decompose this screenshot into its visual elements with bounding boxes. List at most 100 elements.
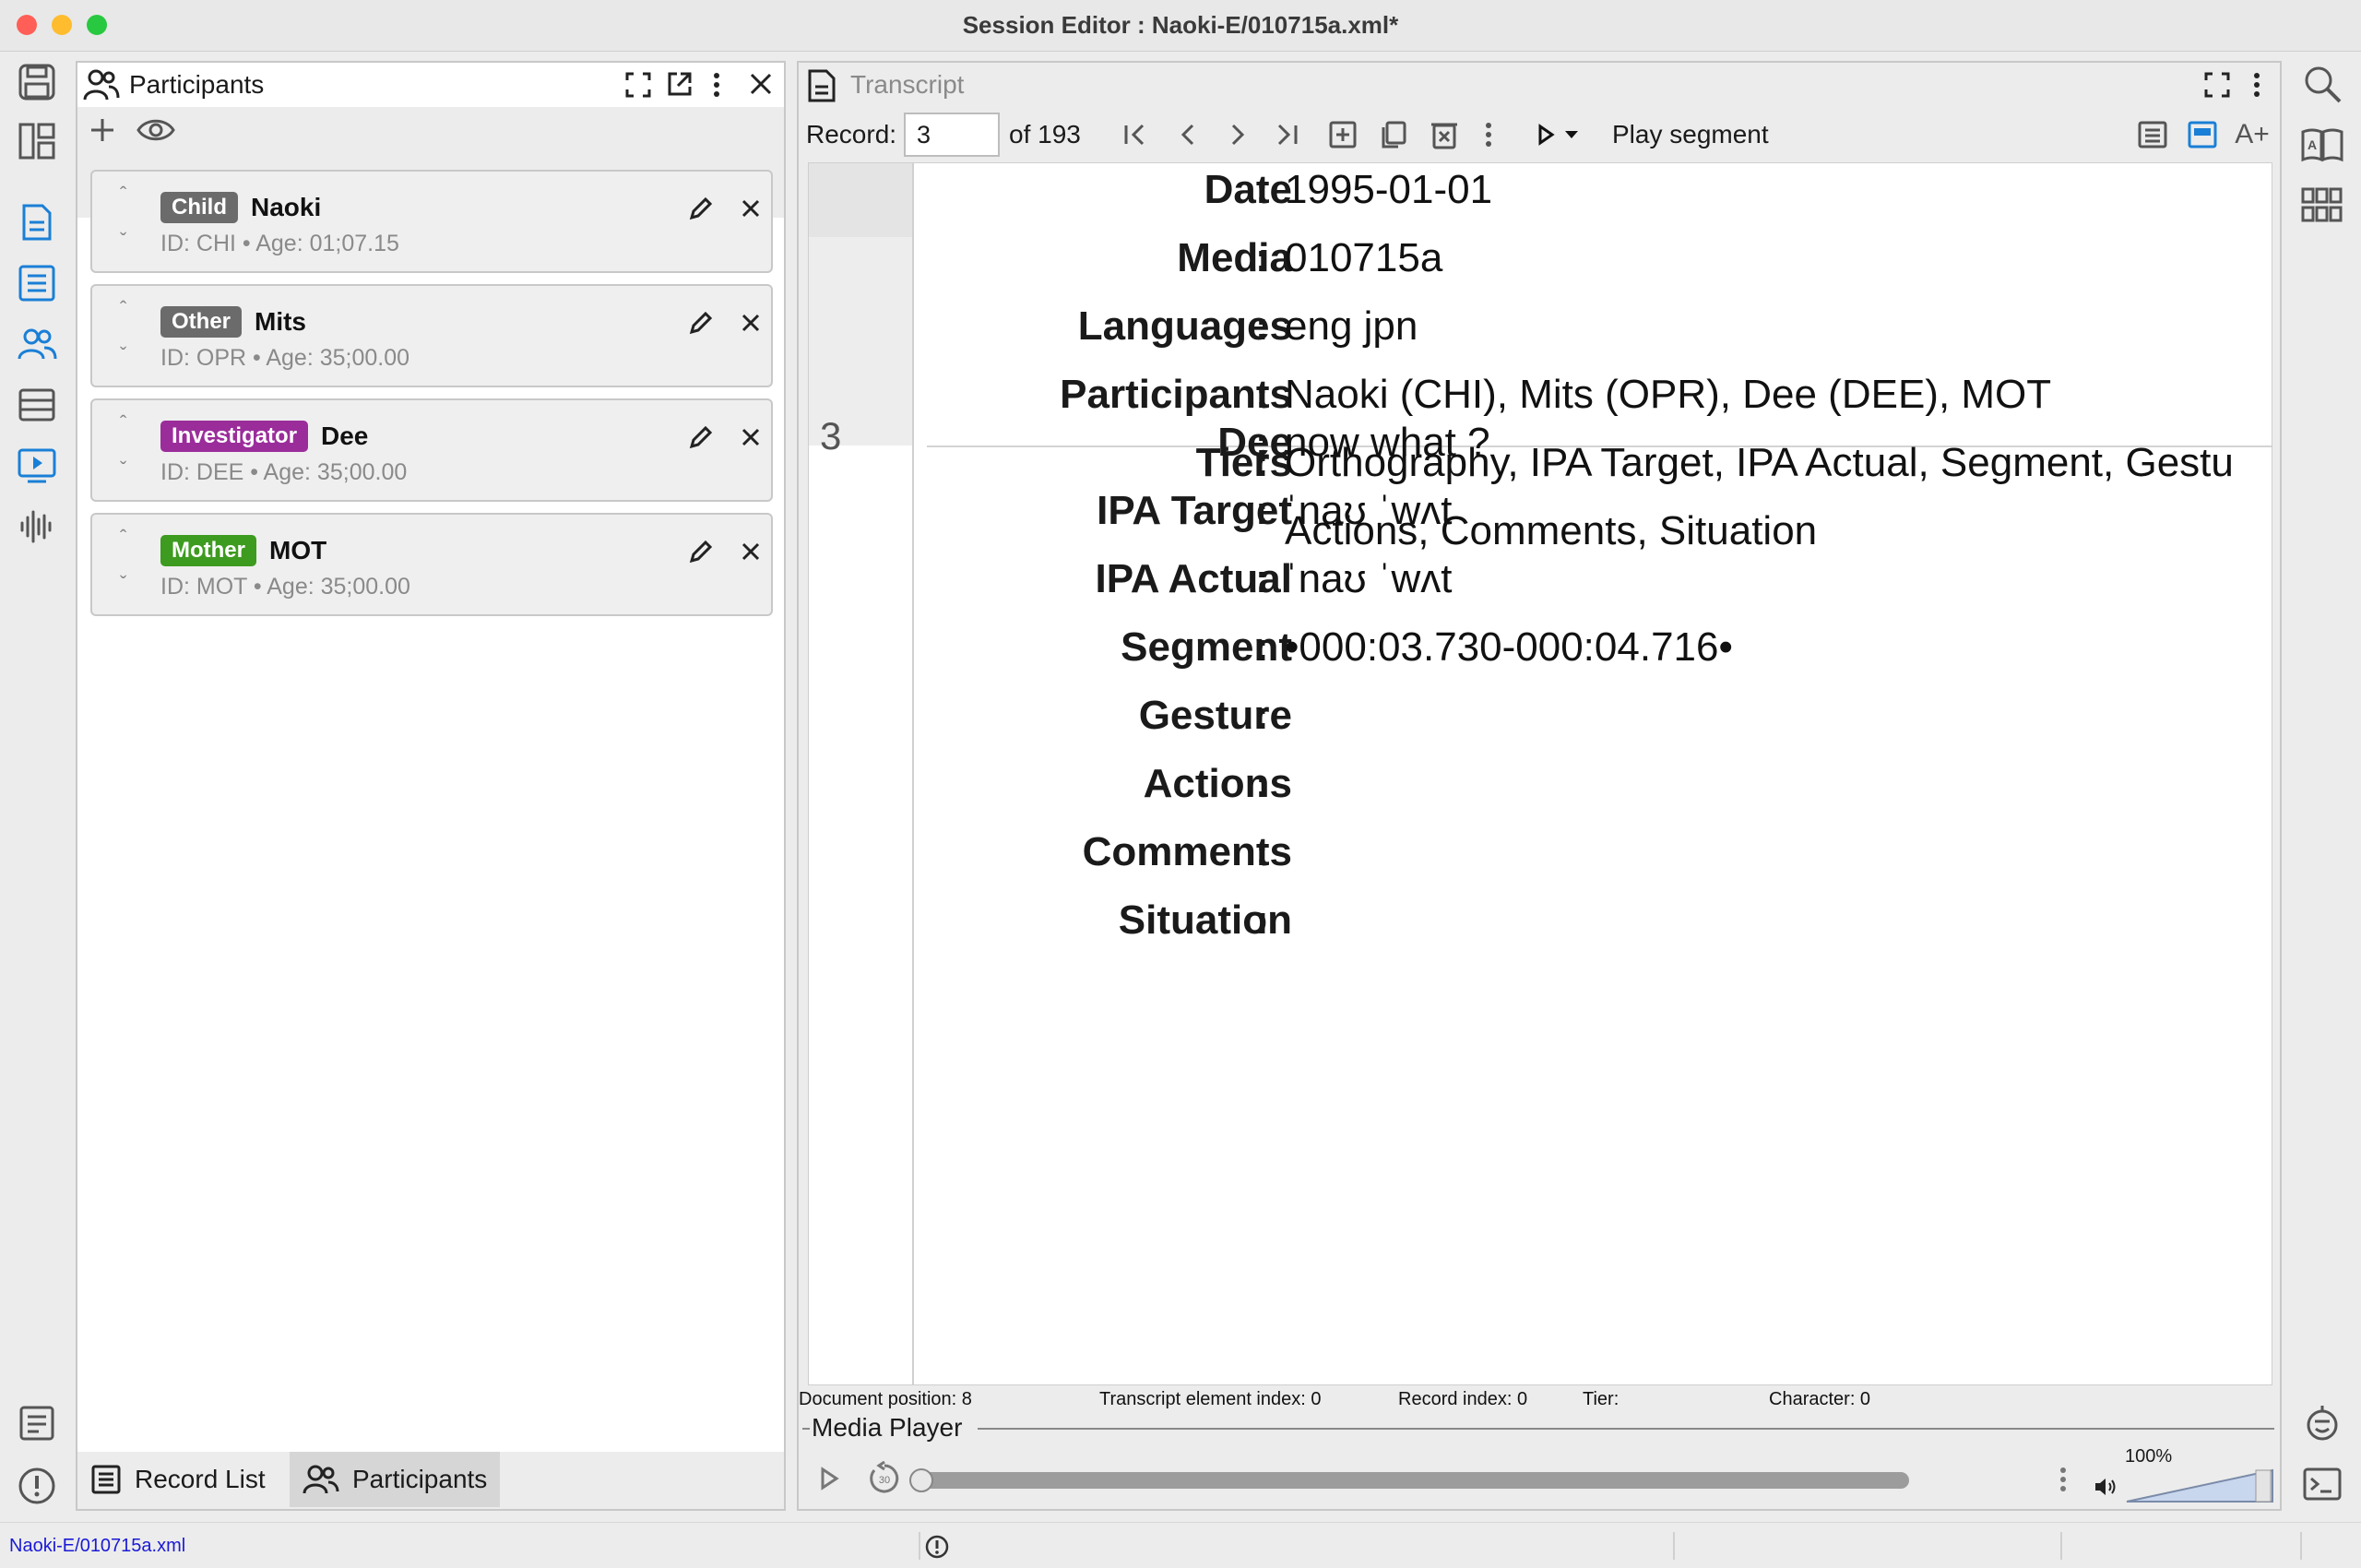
popout-icon[interactable]: [666, 70, 694, 98]
chevron-down-icon[interactable]: ˇ: [120, 343, 126, 367]
file-path-link[interactable]: Naoki-E/010715a.xml: [9, 1536, 185, 1557]
media-icon[interactable]: [15, 444, 59, 488]
maximize-icon[interactable]: [625, 72, 651, 98]
transcript-panel-header: Transcript: [799, 63, 2280, 107]
more-options-icon[interactable]: [1470, 116, 1507, 153]
tier-value[interactable]: now what ?: [1285, 420, 1490, 466]
waveform-icon[interactable]: [15, 505, 59, 549]
notes-icon[interactable]: [15, 1401, 59, 1445]
edit-icon[interactable]: [682, 533, 719, 570]
play-segment-button[interactable]: Play segment: [1612, 120, 1769, 149]
role-badge: Child: [160, 192, 238, 223]
close-panel-icon[interactable]: [749, 72, 773, 96]
add-record-icon[interactable]: [1324, 116, 1361, 153]
header-view-icon[interactable]: [2184, 116, 2221, 153]
tab-record-list[interactable]: Record List: [77, 1452, 279, 1507]
record-navigation-toolbar: Record: 3 of 193 Play segment A+: [799, 107, 2280, 162]
tier-value[interactable]: 010715a: [1285, 235, 1442, 281]
more-options-icon[interactable]: [2252, 72, 2261, 98]
tier-value[interactable]: eng jpn: [1285, 303, 1418, 350]
tab-label: Record List: [135, 1465, 266, 1493]
edit-icon[interactable]: [682, 304, 719, 341]
chevron-up-icon[interactable]: ˆ: [120, 297, 126, 321]
edit-icon[interactable]: [682, 190, 719, 227]
chevron-up-icon[interactable]: ˆ: [120, 526, 126, 550]
participant-card[interactable]: ˆ ˇ Investigator Dee ID: DEE • Age: 35;0…: [90, 398, 773, 502]
remove-icon[interactable]: [732, 304, 769, 341]
title-bar: Session Editor : Naoki-E/010715a.xml*: [0, 0, 2361, 52]
dictionary-icon[interactable]: A: [2300, 123, 2344, 167]
assistant-icon[interactable]: [2300, 1401, 2344, 1445]
grid-icon[interactable]: [2300, 184, 2344, 228]
volume-icon[interactable]: [2094, 1476, 2118, 1498]
duplicate-record-icon[interactable]: [1374, 116, 1411, 153]
tier-colon: :: [1255, 761, 1269, 806]
participants-icon[interactable]: [15, 322, 59, 366]
tier-value[interactable]: ˈnaʊ ˈwʌt: [1285, 556, 1452, 602]
delete-record-icon[interactable]: [1426, 116, 1463, 153]
font-size-icon[interactable]: A+: [2234, 116, 2271, 153]
records-icon[interactable]: [15, 383, 59, 427]
terminal-icon[interactable]: [2300, 1462, 2344, 1506]
seek-handle[interactable]: [909, 1468, 933, 1492]
remove-icon[interactable]: [732, 419, 769, 456]
role-badge: Other: [160, 306, 243, 338]
tier-colon: :: [1255, 303, 1269, 349]
edit-icon[interactable]: [682, 419, 719, 456]
next-record-icon[interactable]: [1219, 116, 1256, 153]
volume-slider[interactable]: [2125, 1468, 2276, 1503]
more-options-icon[interactable]: [2058, 1467, 2068, 1492]
chevron-down-icon[interactable]: ˇ: [120, 457, 126, 481]
doc-position: Document position: 8: [799, 1389, 972, 1409]
list-view-icon[interactable]: [2134, 116, 2171, 153]
remove-icon[interactable]: [732, 533, 769, 570]
chevron-down-icon[interactable]: [1553, 116, 1590, 153]
chevron-down-icon[interactable]: ˇ: [120, 229, 126, 253]
search-icon[interactable]: [2300, 62, 2344, 106]
chevron-up-icon[interactable]: ˆ: [120, 183, 126, 207]
participant-card[interactable]: ˆ ˇ Other Mits ID: OPR • Age: 35;00.00: [90, 284, 773, 387]
add-participant-icon[interactable]: [89, 116, 116, 144]
participants-panel-title: Participants: [129, 70, 265, 99]
tier-value[interactable]: ˈnaʊ ˈwʌt: [1285, 488, 1452, 534]
tier-value[interactable]: Naoki (CHI), Mits (OPR), Dee (DEE), MOT: [1285, 372, 2051, 418]
maximize-icon[interactable]: [2204, 72, 2230, 98]
participant-name: MOT: [269, 536, 327, 564]
chevron-down-icon[interactable]: ˇ: [120, 572, 126, 596]
layout-icon[interactable]: [15, 119, 59, 163]
tab-participants[interactable]: Participants: [290, 1452, 501, 1507]
rewind-30-icon[interactable]: 30: [867, 1461, 902, 1496]
participant-meta: ID: OPR • Age: 35;00.00: [160, 345, 410, 371]
tier-colon: :: [1255, 693, 1269, 738]
record-number-input[interactable]: 3: [904, 113, 1000, 157]
seek-track[interactable]: [915, 1472, 1909, 1489]
divider: [1673, 1532, 1675, 1560]
previous-record-icon[interactable]: [1169, 116, 1206, 153]
participant-card[interactable]: ˆ ˇ Child Naoki ID: CHI • Age: 01;07.15: [90, 170, 773, 273]
tier-status: Tier:: [1583, 1389, 1619, 1409]
panel-tabs: Record List Participants: [77, 1452, 784, 1509]
document-icon[interactable]: [15, 200, 59, 244]
list-icon[interactable]: [15, 261, 59, 305]
eye-icon[interactable]: [136, 116, 175, 144]
volume-label: 100%: [2125, 1446, 2173, 1467]
more-options-icon[interactable]: [712, 72, 721, 98]
gutter-highlight: [809, 163, 912, 237]
divider: [919, 1532, 920, 1560]
last-record-icon[interactable]: [1267, 116, 1304, 153]
remove-icon[interactable]: [732, 190, 769, 227]
transcript-document[interactable]: 3 Date:1995-01-01 Media:010715a Languages:…: [808, 162, 2272, 1385]
participants-panel: Participants ˆ ˇ Child Naoki ID: CHI • A…: [76, 61, 786, 1511]
play-icon[interactable]: [819, 1467, 839, 1491]
chevron-up-icon[interactable]: ˆ: [120, 411, 126, 435]
warning-icon[interactable]: [924, 1534, 950, 1560]
tier-value[interactable]: •000:03.730-000:04.716•: [1285, 624, 1733, 671]
record-index: Record index: 0: [1398, 1389, 1528, 1409]
tier-colon: :: [1255, 488, 1269, 533]
participants-icon: [303, 1465, 339, 1494]
alert-icon[interactable]: [15, 1464, 59, 1508]
first-record-icon[interactable]: [1118, 116, 1155, 153]
save-icon[interactable]: [15, 60, 59, 104]
participant-card[interactable]: ˆ ˇ Mother MOT ID: MOT • Age: 35;00.00: [90, 513, 773, 616]
tier-value[interactable]: 1995-01-01: [1285, 167, 1492, 213]
